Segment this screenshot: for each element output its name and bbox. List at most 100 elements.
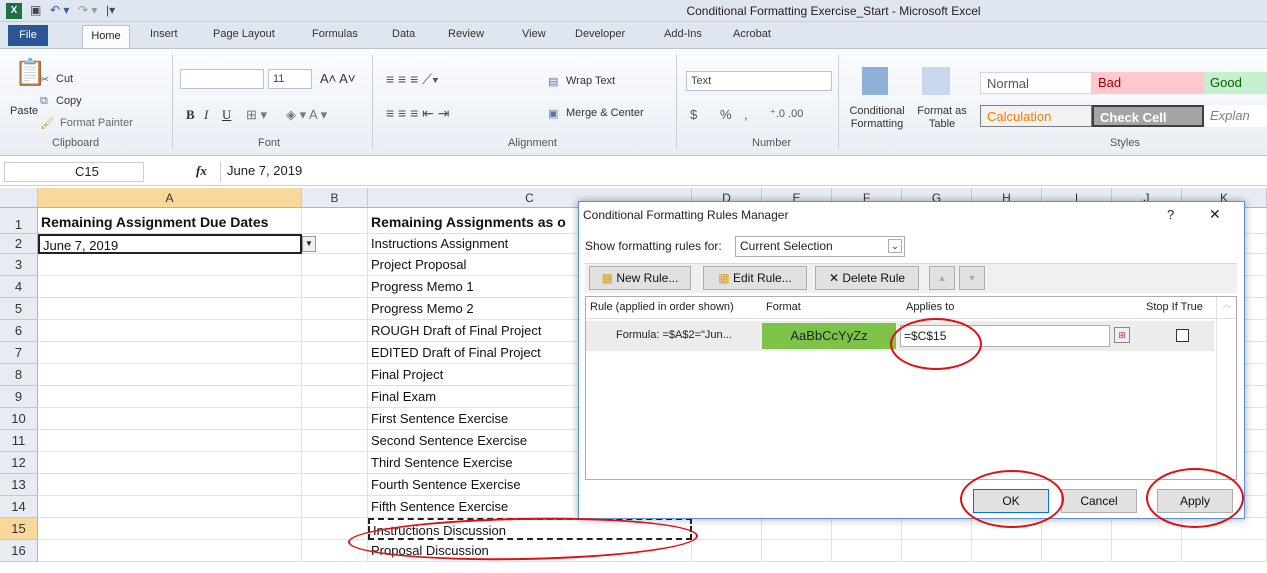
cell-B15[interactable]: [302, 518, 368, 540]
cell-A7[interactable]: [38, 342, 302, 364]
tab-acrobat[interactable]: Acrobat: [733, 28, 771, 40]
row-header-16[interactable]: 16: [0, 540, 38, 562]
copy-button[interactable]: Copy: [56, 95, 82, 107]
tab-data[interactable]: Data: [392, 28, 415, 40]
cell-K16[interactable]: [1182, 540, 1267, 562]
row-header-4[interactable]: 4: [0, 276, 38, 298]
cell-A15[interactable]: [38, 518, 302, 540]
ok-button[interactable]: OK: [973, 489, 1049, 513]
row-header-14[interactable]: 14: [0, 496, 38, 518]
cell-I16[interactable]: [1042, 540, 1112, 562]
cell-A5[interactable]: [38, 298, 302, 320]
number-format-combo[interactable]: Text: [686, 71, 832, 91]
cell-J16[interactable]: [1112, 540, 1182, 562]
cell-B12[interactable]: [302, 452, 368, 474]
cell-F16[interactable]: [832, 540, 902, 562]
cell-I15[interactable]: [1042, 518, 1112, 540]
currency-button[interactable]: $: [690, 107, 697, 122]
cell-A6[interactable]: [38, 320, 302, 342]
row-header-3[interactable]: 3: [0, 254, 38, 276]
cell-A16[interactable]: [38, 540, 302, 562]
cell-K15[interactable]: [1182, 518, 1267, 540]
close-button[interactable]: ✕: [1209, 206, 1221, 223]
cell-A11[interactable]: [38, 430, 302, 452]
row-header-7[interactable]: 7: [0, 342, 38, 364]
cell-B11[interactable]: [302, 430, 368, 452]
cell-B3[interactable]: [302, 254, 368, 276]
tab-file[interactable]: File: [8, 25, 48, 46]
row-header-12[interactable]: 12: [0, 452, 38, 474]
cell-A10[interactable]: [38, 408, 302, 430]
cancel-button[interactable]: Cancel: [1061, 489, 1137, 513]
cell-D16[interactable]: [692, 540, 762, 562]
cell-G15[interactable]: [902, 518, 972, 540]
cut-button[interactable]: Cut: [56, 73, 73, 85]
align-top-icon[interactable]: ≡ ≡ ≡ ⟋▾: [386, 71, 439, 88]
name-box[interactable]: C15: [4, 162, 144, 182]
select-all-corner[interactable]: [0, 188, 38, 208]
tab-view[interactable]: View: [522, 28, 546, 40]
cell-A4[interactable]: [38, 276, 302, 298]
comma-button[interactable]: ,: [744, 107, 748, 122]
row-header-13[interactable]: 13: [0, 474, 38, 496]
align-left-icon[interactable]: ≡ ≡ ≡ ⇤ ⇥: [386, 105, 450, 122]
cell-B7[interactable]: [302, 342, 368, 364]
font-name-combo[interactable]: [180, 69, 264, 89]
row-header-10[interactable]: 10: [0, 408, 38, 430]
apply-button[interactable]: Apply: [1157, 489, 1233, 513]
cell-H16[interactable]: [972, 540, 1042, 562]
cell-A12[interactable]: [38, 452, 302, 474]
tab-add-ins[interactable]: Add-Ins: [664, 28, 702, 40]
column-header-b[interactable]: B: [302, 188, 368, 208]
cell-A1[interactable]: Remaining Assignment Due Dates: [38, 208, 302, 234]
cell-B6[interactable]: [302, 320, 368, 342]
help-button[interactable]: ?: [1167, 207, 1174, 222]
cell-E16[interactable]: [762, 540, 832, 562]
formula-input[interactable]: June 7, 2019: [220, 162, 1265, 182]
cell-C16[interactable]: Proposal Discussion: [368, 540, 692, 562]
cell-F15[interactable]: [832, 518, 902, 540]
cell-A9[interactable]: [38, 386, 302, 408]
tab-home[interactable]: Home: [82, 25, 130, 48]
chevron-down-icon[interactable]: ⌄: [888, 239, 902, 253]
style-bad[interactable]: Bad: [1092, 72, 1204, 94]
cell-B16[interactable]: [302, 540, 368, 562]
cell-A14[interactable]: [38, 496, 302, 518]
cell-H15[interactable]: [972, 518, 1042, 540]
cell-J15[interactable]: [1112, 518, 1182, 540]
italic-button[interactable]: I: [204, 107, 208, 123]
format-painter-button[interactable]: Format Painter: [60, 117, 133, 129]
cell-A3[interactable]: [38, 254, 302, 276]
cell-B1[interactable]: [302, 208, 368, 234]
range-selector-icon[interactable]: ⊞: [1114, 327, 1130, 343]
cell-E15[interactable]: [762, 518, 832, 540]
cell-B5[interactable]: [302, 298, 368, 320]
row-header-15[interactable]: 15: [0, 518, 38, 540]
cell-dropdown-icon[interactable]: ▼: [302, 236, 316, 252]
row-header-9[interactable]: 9: [0, 386, 38, 408]
row-header-1[interactable]: 1: [0, 208, 38, 234]
column-header-a[interactable]: A: [38, 188, 302, 208]
style-calculation[interactable]: Calculation: [980, 105, 1092, 127]
edit-rule-button[interactable]: ▦ Edit Rule...: [703, 266, 807, 290]
style-check-cell[interactable]: Check Cell: [1092, 105, 1204, 127]
tab-formulas[interactable]: Formulas: [312, 28, 358, 40]
grow-font-icon[interactable]: A˄ A˅: [320, 71, 355, 86]
underline-button[interactable]: U: [222, 107, 231, 123]
cell-C15[interactable]: Instructions Discussion: [368, 518, 692, 540]
stop-if-true-checkbox[interactable]: [1176, 329, 1189, 342]
show-rules-select[interactable]: Current Selection ⌄: [735, 236, 905, 257]
tab-developer[interactable]: Developer: [575, 28, 625, 40]
decimal-icon[interactable]: ⁺.0 .00: [770, 107, 803, 120]
cell-A2[interactable]: June 7, 2019: [38, 234, 302, 254]
row-header-6[interactable]: 6: [0, 320, 38, 342]
style-normal[interactable]: Normal: [980, 72, 1092, 94]
cell-B4[interactable]: [302, 276, 368, 298]
borders-icon[interactable]: ⊞ ▾: [246, 107, 267, 123]
style-explanatory[interactable]: Explan: [1204, 105, 1267, 127]
cell-B10[interactable]: [302, 408, 368, 430]
cell-B8[interactable]: [302, 364, 368, 386]
cell-B13[interactable]: [302, 474, 368, 496]
fill-color-icon[interactable]: ◈ ▾ A ▾: [286, 107, 327, 123]
percent-button[interactable]: %: [720, 107, 732, 122]
